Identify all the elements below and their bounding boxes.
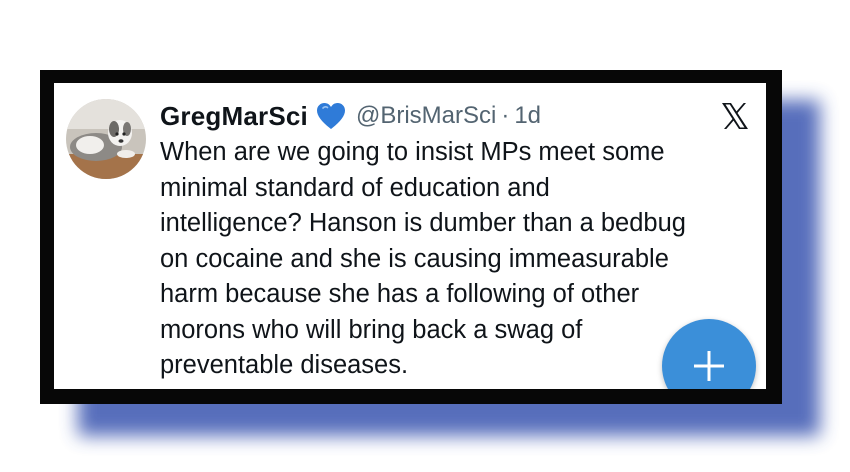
display-name[interactable]: GregMarSci bbox=[160, 101, 308, 132]
plus-icon bbox=[694, 351, 724, 381]
timestamp[interactable]: 1d bbox=[514, 102, 541, 130]
screenshot-stage: GregMarSci @BrisMarSci · 1d When are we … bbox=[0, 0, 850, 472]
separator-dot: · bbox=[501, 102, 510, 129]
blue-heart-icon bbox=[316, 102, 346, 130]
avatar[interactable] bbox=[66, 99, 146, 179]
tweet-header: GregMarSci @BrisMarSci · 1d bbox=[160, 99, 541, 133]
avatar-dog-photo bbox=[66, 99, 146, 179]
tweet-card[interactable]: GregMarSci @BrisMarSci · 1d When are we … bbox=[54, 83, 766, 389]
x-logo-icon[interactable] bbox=[720, 101, 750, 131]
user-handle[interactable]: @BrisMarSci bbox=[356, 102, 496, 130]
tweet-text: When are we going to insist MPs meet som… bbox=[160, 138, 686, 379]
